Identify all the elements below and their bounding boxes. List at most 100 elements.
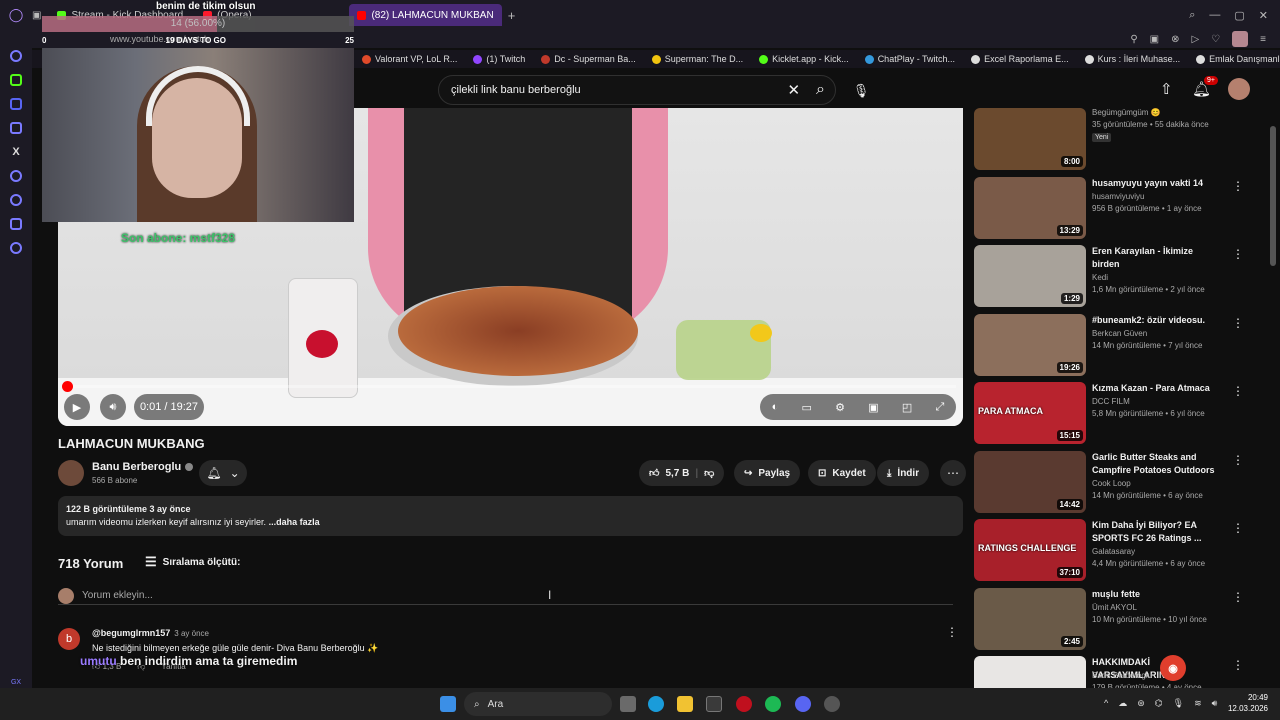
- recommendation-channel[interactable]: Cook Loop: [1092, 479, 1131, 488]
- recommendation-title[interactable]: husamyuyu yayın vakti 14: [1092, 177, 1220, 190]
- recommendation-title[interactable]: Garlic Butter Steaks and Campfire Potato…: [1092, 451, 1220, 477]
- theater-mode-icon[interactable]: ▣: [868, 401, 878, 414]
- upload-icon[interactable]: ⇧: [1160, 80, 1173, 98]
- voice-search-button[interactable]: 🎙: [846, 76, 876, 106]
- recommendation-item[interactable]: 1:29 Eren Karayılan - İkimize birden Kedi 1…: [974, 245, 1254, 307]
- spotify-icon[interactable]: [765, 696, 781, 712]
- video-thumbnail[interactable]: PARA ATMACA 15:15: [974, 382, 1086, 444]
- menu-icon[interactable]: ≡: [1260, 34, 1266, 45]
- bookmark-6[interactable]: Excel Raporlama E...: [971, 54, 1069, 64]
- recommendation-item[interactable]: HAKKIMDAKİ VARSAYIMLARINIZ Banu Berberogl…: [974, 656, 1254, 688]
- subtitles-icon[interactable]: ▭: [802, 401, 812, 414]
- description-box[interactable]: 122 B görüntüleme 3 ay önce umarım video…: [58, 496, 963, 536]
- share-button[interactable]: ↪ Paylaş: [734, 460, 801, 486]
- channel-name[interactable]: Banu Berberoglu: [92, 461, 194, 473]
- search-tabs-icon[interactable]: ⌕: [1189, 9, 1195, 22]
- sort-button[interactable]: ☰ Sıralama ölçütü:: [145, 554, 240, 570]
- recommendation-title[interactable]: muşlu fette: [1092, 588, 1220, 601]
- download-button[interactable]: ⤓ İndir: [877, 460, 930, 486]
- video-thumbnail[interactable]: 8:00: [974, 108, 1086, 170]
- recommendation-title[interactable]: Kızma Kazan - Para Atmaca: [1092, 382, 1220, 395]
- messenger-icon[interactable]: [10, 122, 22, 134]
- recommendation-item[interactable]: 8:00 Begümgümgüm 😊 35 görüntüleme • 55 dak…: [974, 108, 1254, 170]
- taskbar-search[interactable]: ⌕ Ara: [464, 692, 612, 716]
- player-icon[interactable]: [10, 170, 22, 182]
- opera-logo-icon[interactable]: ◯: [0, 7, 32, 23]
- floating-chat-icon[interactable]: ◉: [1160, 655, 1186, 681]
- app-icon[interactable]: [824, 696, 840, 712]
- save-button[interactable]: ⊡ Kaydet: [808, 460, 876, 486]
- speed-dial-icon[interactable]: [10, 50, 22, 62]
- thumbs-down-icon[interactable]: 👎︎: [704, 467, 714, 479]
- recommendation-title[interactable]: Eren Karayılan - İkimize birden: [1092, 245, 1220, 271]
- kick-icon[interactable]: [10, 74, 22, 86]
- search-input[interactable]: çilekli link banu berberoğlu: [451, 84, 787, 96]
- search-box[interactable]: çilekli link banu berberoğlu ✕ ⌕: [438, 75, 836, 105]
- bookmark-5[interactable]: ChatPlay - Twitch...: [864, 54, 955, 64]
- shield-icon[interactable]: ⊗: [1171, 34, 1179, 45]
- recommendation-item[interactable]: 13:29 husamyuyu yayın vakti 14 husamviyuvi…: [974, 176, 1254, 239]
- mic-icon[interactable]: 🎙: [1173, 698, 1184, 709]
- maximize-button[interactable]: ▢: [1234, 9, 1244, 22]
- play-button[interactable]: ▶: [64, 394, 90, 420]
- task-view-icon[interactable]: [620, 696, 636, 712]
- heart-icon[interactable]: ♡: [1211, 34, 1220, 45]
- recommendation-item[interactable]: 14:42 Garlic Butter Steaks and Campfire P…: [974, 450, 1254, 513]
- video-thumbnail[interactable]: 13:29: [974, 176, 1086, 239]
- bookmark-8[interactable]: Emlak Danışmanlı...: [1196, 54, 1280, 64]
- user-avatar[interactable]: [1228, 78, 1250, 100]
- settings-icon[interactable]: [10, 242, 22, 254]
- more-options-icon[interactable]: ⋮: [1232, 247, 1244, 261]
- system-clock[interactable]: 20:49 12.03.2026: [1224, 692, 1268, 714]
- new-tab-button[interactable]: +: [502, 8, 522, 23]
- recommendation-channel[interactable]: Berkcan Güven: [1092, 329, 1147, 338]
- recommendation-channel[interactable]: Begümgümgüm 😊: [1092, 108, 1161, 117]
- video-thumbnail[interactable]: 2:45: [974, 587, 1086, 650]
- recommendation-channel[interactable]: Banu Berberoglu: [1092, 671, 1152, 680]
- store-icon[interactable]: [706, 696, 722, 712]
- recommendation-item[interactable]: PARA ATMACA 15:15 Kızma Kazan - Para Atmac…: [974, 382, 1254, 444]
- more-options-icon[interactable]: ⋮: [1232, 179, 1244, 193]
- search-icon[interactable]: ⌕: [816, 81, 825, 99]
- recommendation-channel[interactable]: husamviyuviyu: [1092, 192, 1144, 201]
- volume-icon[interactable]: 🔊︎: [1212, 698, 1218, 709]
- video-thumbnail[interactable]: 14:42: [974, 450, 1086, 513]
- clear-search-icon[interactable]: ✕: [787, 81, 800, 99]
- add-comment-field[interactable]: Yorum ekleyin...: [58, 587, 953, 605]
- more-options-icon[interactable]: ⋮: [1232, 453, 1244, 467]
- subscribe-bell-button[interactable]: 🔔︎ ⌄: [199, 460, 247, 486]
- more-options-icon[interactable]: ⋮: [1232, 590, 1244, 604]
- comment-more-icon[interactable]: ⋮: [946, 625, 958, 639]
- bookmark-4[interactable]: Kicklet.app - Kick...: [759, 54, 849, 64]
- edge-icon[interactable]: [648, 696, 664, 712]
- gx-icon[interactable]: GX: [11, 679, 21, 686]
- video-thumbnail[interactable]: [974, 656, 1086, 688]
- recommendation-item[interactable]: 19:26 #buneamk2: özür videosu. Berkcan Güv…: [974, 313, 1254, 376]
- chevron-up-icon[interactable]: ^: [1104, 698, 1108, 709]
- recommendation-channel[interactable]: Ümit AKYOL: [1092, 603, 1137, 612]
- wifi-icon[interactable]: ≋: [1194, 698, 1202, 709]
- recommendation-title[interactable]: Kim Daha İyi Biliyor? EA SPORTS FC 26 Ra…: [1092, 519, 1220, 545]
- close-button[interactable]: ✕: [1259, 9, 1268, 22]
- minimize-button[interactable]: —: [1209, 9, 1220, 22]
- file-explorer-icon[interactable]: [677, 696, 693, 712]
- extensions-icon[interactable]: [10, 218, 22, 230]
- discord-icon[interactable]: [795, 696, 811, 712]
- fullscreen-icon[interactable]: ⤢: [936, 401, 945, 414]
- like-button[interactable]: 👍︎ 5,7 B | 👎︎: [639, 460, 725, 486]
- recommendation-item[interactable]: 2:45 muşlu fette Ümit AKYOL 10 Mn görüntüle…: [974, 587, 1254, 650]
- comment-author[interactable]: @begumglrmn157 3 ay önce: [92, 628, 209, 638]
- pin-icon[interactable]: ⚲: [1130, 34, 1137, 45]
- history-icon[interactable]: [10, 194, 22, 206]
- show-more-link[interactable]: ...daha fazla: [269, 517, 320, 527]
- more-options-icon[interactable]: ⋮: [1232, 658, 1244, 672]
- bookmark-2[interactable]: Dc - Superman Ba...: [541, 54, 636, 64]
- tabs-menu-icon[interactable]: ▣: [32, 10, 41, 21]
- cloud-icon[interactable]: ☁: [1118, 698, 1127, 709]
- video-thumbnail[interactable]: RATINGS CHALLENGE 37:10: [974, 519, 1086, 581]
- snapshot-icon[interactable]: ▣: [1150, 34, 1159, 45]
- add-comment-placeholder[interactable]: Yorum ekleyin...: [82, 590, 153, 601]
- autoplay-toggle[interactable]: ◐: [772, 401, 779, 413]
- video-progress-bar[interactable]: [61, 381, 956, 392]
- bookmark-3[interactable]: Superman: The D...: [651, 54, 743, 64]
